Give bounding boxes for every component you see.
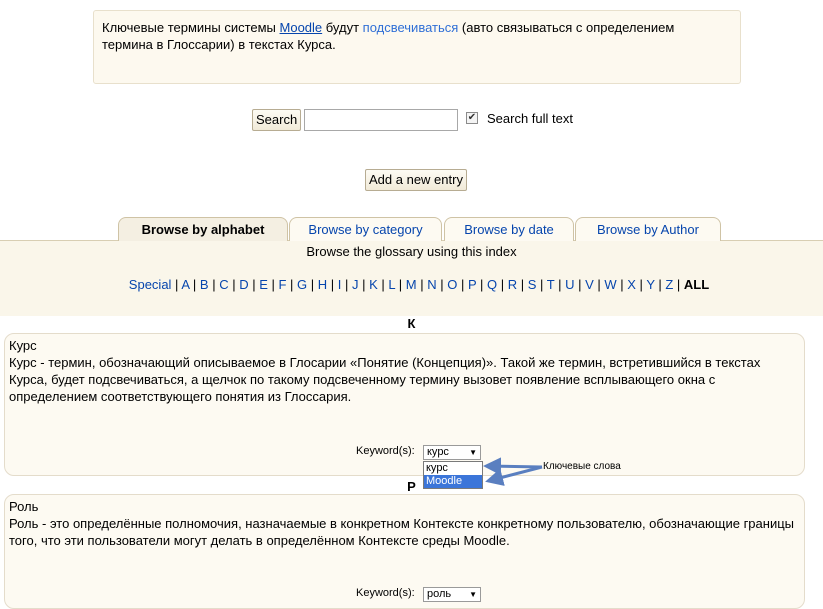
alphabet-separator: |	[476, 277, 487, 292]
alphabet-separator: |	[395, 277, 406, 292]
alphabet-separator: |	[673, 277, 684, 292]
annotation-arrow	[483, 457, 543, 476]
highlight-link[interactable]: подсвечиваться	[363, 20, 459, 35]
alphabet-link-k[interactable]: K	[369, 277, 378, 292]
alphabet-index: Special | A | B | C | D | E | F | G | H …	[0, 277, 823, 292]
alphabet-separator: |	[574, 277, 586, 292]
letter-heading: К	[407, 316, 416, 331]
alphabet-link-q[interactable]: Q	[487, 277, 497, 292]
alphabet-link-r[interactable]: R	[508, 277, 517, 292]
annotation-label: Ключевые слова	[543, 461, 621, 472]
alphabet-separator: |	[536, 277, 547, 292]
entry-definition: Роль - это определённые полномочия, назн…	[9, 516, 794, 548]
alphabet-separator: |	[635, 277, 647, 292]
entry-title: Роль	[9, 499, 39, 514]
alphabet-separator: |	[517, 277, 528, 292]
alphabet-separator: |	[377, 277, 389, 292]
alphabet-link-all[interactable]: ALL	[684, 277, 709, 292]
tab-browse-by-alphabet[interactable]: Browse by alphabet	[118, 217, 288, 241]
alphabet-link-g[interactable]: G	[297, 277, 307, 292]
entry-title: Курс	[9, 338, 37, 353]
alphabet-separator: |	[228, 277, 240, 292]
alphabet-link-m[interactable]: M	[406, 277, 417, 292]
keyword-select[interactable]: роль ▼	[423, 587, 481, 602]
alphabet-separator: |	[307, 277, 318, 292]
alphabet-link-c[interactable]: C	[219, 277, 228, 292]
alphabet-separator: |	[358, 277, 370, 292]
alphabet-link-o[interactable]: O	[447, 277, 457, 292]
alphabet-link-x[interactable]: X	[627, 277, 636, 292]
keyword-select-value: роль	[427, 588, 452, 600]
glossary-entry: Курс Курс - термин, обозначающий описыва…	[4, 333, 805, 476]
add-new-entry-button[interactable]: Add a new entry	[365, 169, 467, 191]
alphabet-separator: |	[171, 277, 182, 292]
moodle-link[interactable]: Moodle	[280, 20, 323, 35]
entry-definition: Курс - термин, обозначающий описываемое …	[9, 355, 761, 404]
alphabet-separator: |	[654, 277, 666, 292]
letter-heading: Р	[407, 479, 416, 494]
alphabet-separator: |	[286, 277, 298, 292]
intro-text: Ключевые термины системы Moodle будут по…	[102, 19, 702, 53]
alphabet-separator: |	[436, 277, 448, 292]
alphabet-link-h[interactable]: H	[318, 277, 327, 292]
search-button[interactable]: Search	[252, 109, 302, 131]
intro-text-part: Ключевые термины системы	[102, 20, 280, 35]
alphabet-separator: |	[248, 277, 260, 292]
keyword-select-value: курс	[427, 446, 449, 458]
alphabet-separator: |	[327, 277, 338, 292]
alphabet-separator: |	[416, 277, 428, 292]
alphabet-separator: |	[554, 277, 566, 292]
keyword-label: Keyword(s):	[356, 445, 415, 457]
glossary-intro-box: Ключевые термины системы Moodle будут по…	[93, 10, 741, 84]
tab-browse-by-author[interactable]: Browse by Author	[575, 217, 721, 241]
glossary-entry: Роль Роль - это определённые полномочия,…	[4, 494, 805, 609]
alphabet-separator: |	[189, 277, 200, 292]
alphabet-link-special[interactable]: Special	[129, 277, 172, 292]
browse-caption: Browse the glossary using this index	[306, 244, 517, 259]
search-input[interactable]	[304, 109, 458, 131]
alphabet-separator: |	[616, 277, 628, 292]
search-fulltext-label: Search full text	[487, 111, 573, 126]
annotation-arrows	[483, 457, 543, 486]
dropdown-arrow-icon: ▼	[469, 590, 477, 599]
tab-browse-by-date[interactable]: Browse by date	[444, 217, 574, 241]
alphabet-separator: |	[341, 277, 352, 292]
tab-browse-by-category[interactable]: Browse by category	[289, 217, 442, 241]
alphabet-separator: |	[593, 277, 605, 292]
alphabet-link-w[interactable]: W	[604, 277, 616, 292]
alphabet-link-v[interactable]: V	[585, 277, 594, 292]
alphabet-link-b[interactable]: B	[200, 277, 209, 292]
intro-text-part: будут	[322, 20, 363, 35]
alphabet-separator: |	[457, 277, 468, 292]
alphabet-separator: |	[267, 277, 279, 292]
alphabet-link-d[interactable]: D	[239, 277, 248, 292]
keyword-label: Keyword(s):	[356, 587, 415, 599]
alphabet-link-y[interactable]: Y	[646, 277, 654, 292]
alphabet-separator: |	[497, 277, 508, 292]
alphabet-link-n[interactable]: N	[427, 277, 436, 292]
alphabet-separator: |	[208, 277, 220, 292]
alphabet-link-e[interactable]: E	[259, 277, 268, 292]
annotation-arrow	[485, 465, 543, 486]
search-fulltext-checkbox[interactable]: ✔	[466, 112, 478, 124]
